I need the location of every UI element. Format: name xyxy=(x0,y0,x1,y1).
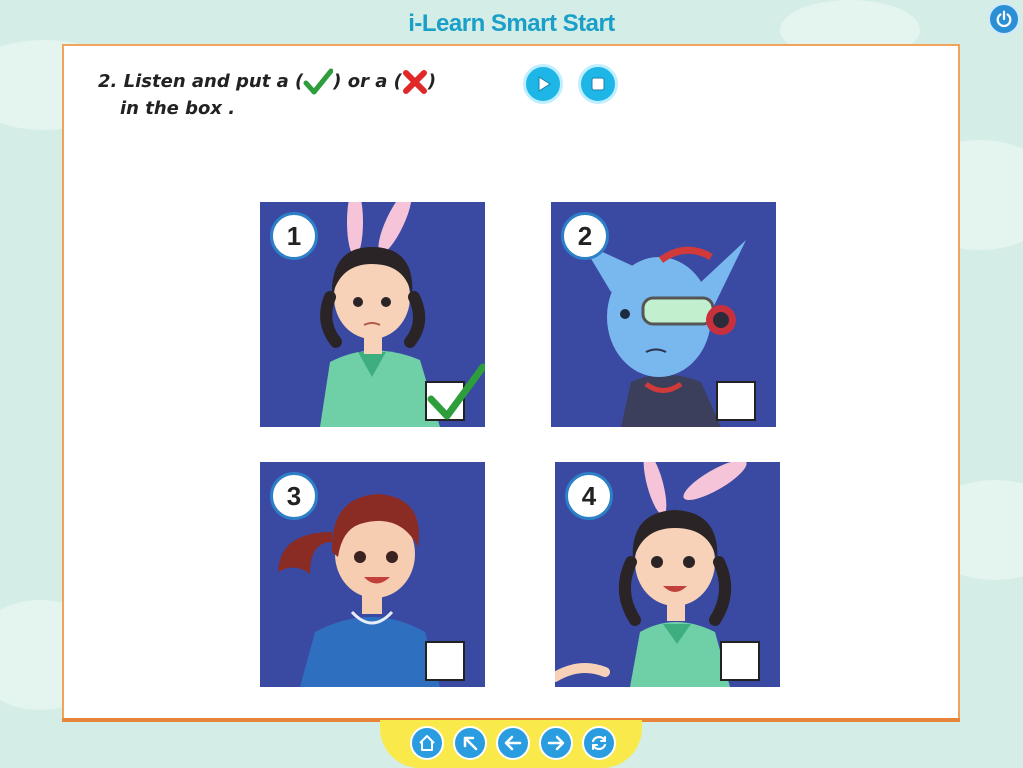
picture-card-2: 2 xyxy=(551,202,776,427)
picture-card-1: 1 xyxy=(260,202,485,427)
stop-button[interactable] xyxy=(578,64,618,104)
refresh-icon xyxy=(591,735,607,751)
answer-box-3[interactable] xyxy=(425,641,465,681)
play-icon xyxy=(538,76,551,92)
arrow-left-icon xyxy=(504,735,522,751)
exercise-number: 2. xyxy=(98,71,118,92)
back-to-menu-button[interactable] xyxy=(453,726,487,760)
instruction-text-3: ) xyxy=(427,71,437,92)
play-button[interactable] xyxy=(523,64,563,104)
instruction-text-1: Listen and put a ( xyxy=(123,71,304,92)
tick-icon xyxy=(303,68,334,95)
instruction-text-2: ) or a ( xyxy=(333,71,402,92)
arrow-up-left-icon xyxy=(463,736,478,751)
arrow-right-icon xyxy=(547,735,565,751)
power-icon xyxy=(996,10,1012,28)
instruction-line-2: in the box . xyxy=(120,98,236,119)
picture-card-4: 4 xyxy=(555,462,780,687)
answer-box-1[interactable] xyxy=(425,363,485,421)
card-number-4: 4 xyxy=(565,472,613,520)
card-number-1: 1 xyxy=(270,212,318,260)
exercise-panel: 2. Listen and put a ( ) or a () in the bo… xyxy=(62,44,960,720)
stop-icon xyxy=(591,77,605,91)
power-button[interactable] xyxy=(988,3,1020,35)
next-button[interactable] xyxy=(539,726,573,760)
previous-button[interactable] xyxy=(496,726,530,760)
card-number-3: 3 xyxy=(270,472,318,520)
app-title: i-Learn Smart Start xyxy=(408,10,615,37)
instruction: 2. Listen and put a ( ) or a () in the bo… xyxy=(98,68,436,122)
tick-icon xyxy=(427,363,485,420)
home-button[interactable] xyxy=(410,726,444,760)
picture-card-3: 3 xyxy=(260,462,485,687)
cross-icon xyxy=(402,70,427,94)
answer-box-4[interactable] xyxy=(720,641,760,681)
card-number-2: 2 xyxy=(561,212,609,260)
home-icon xyxy=(419,735,435,751)
reset-button[interactable] xyxy=(582,726,616,760)
answer-box-2[interactable] xyxy=(716,381,756,421)
